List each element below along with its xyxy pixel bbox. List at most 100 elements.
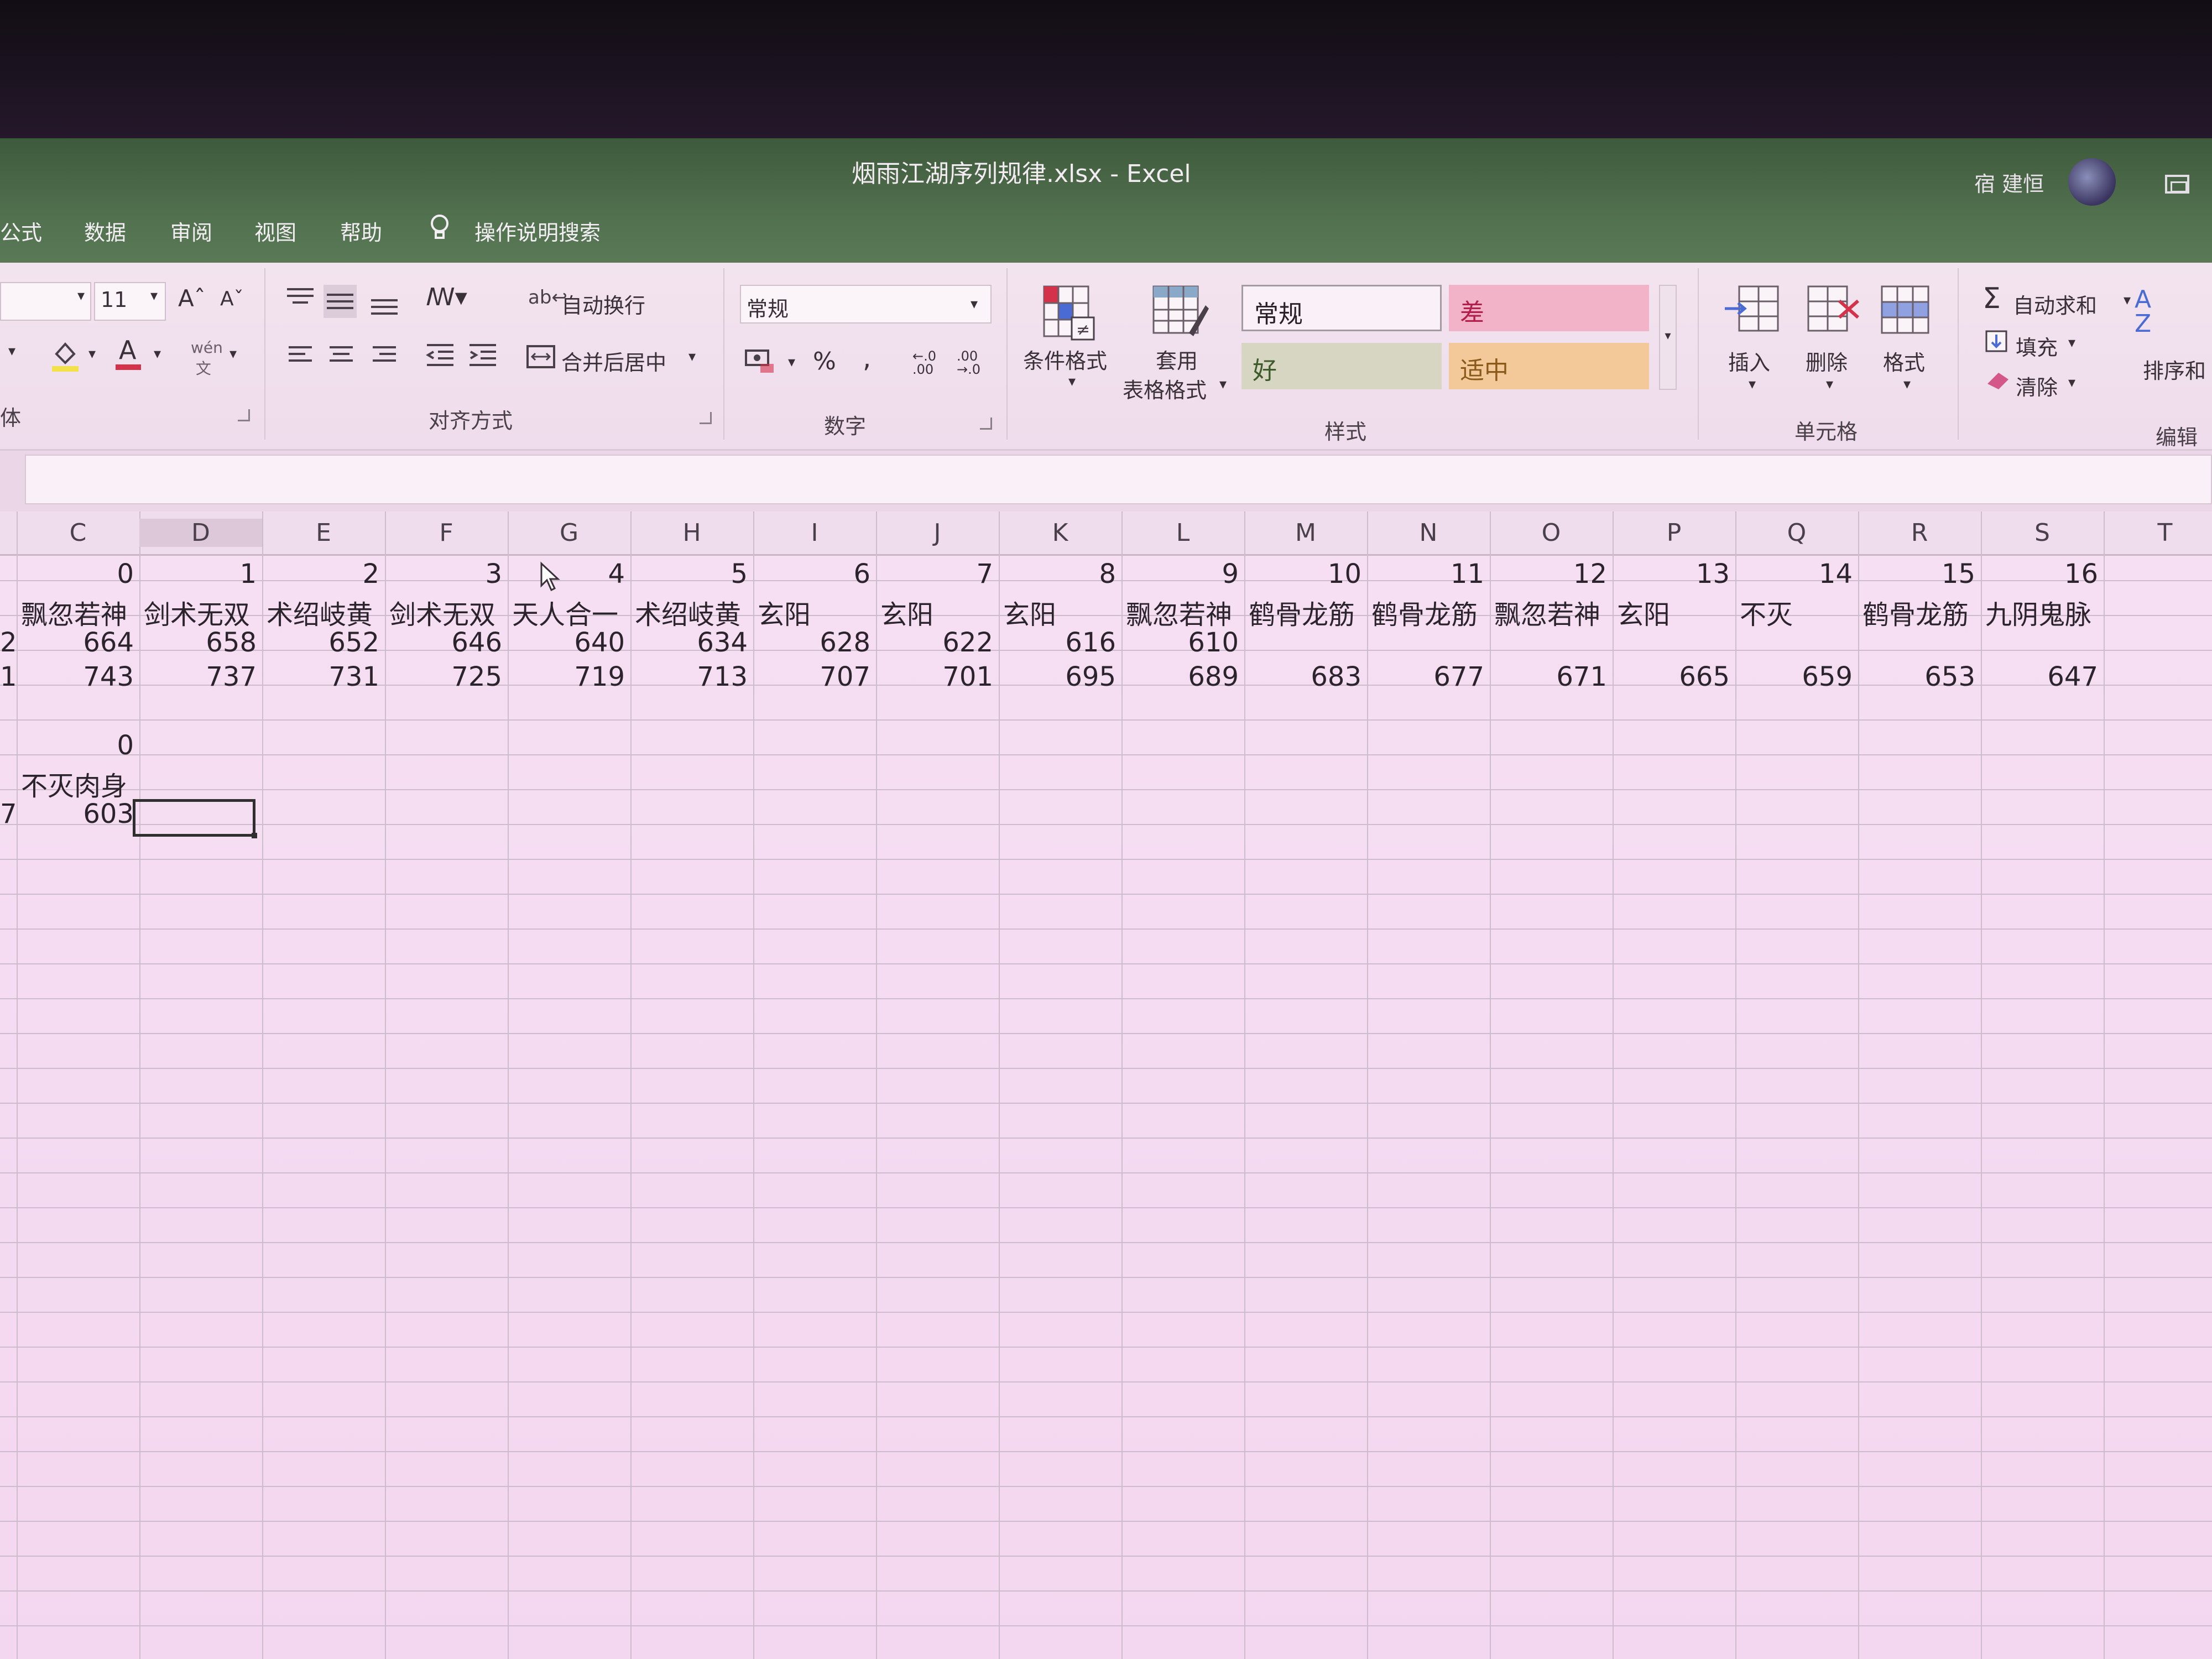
currency-icon[interactable] xyxy=(744,347,777,375)
cell-partial[interactable]: 7 xyxy=(0,799,17,830)
conditional-formatting-icon[interactable]: ≠ xyxy=(1040,282,1100,343)
percent-button[interactable]: % xyxy=(813,347,836,375)
fill-button[interactable]: 填充 xyxy=(2016,331,2058,361)
increase-decimal-icon[interactable]: ←.0.00 xyxy=(912,349,936,376)
cell-value[interactable]: 659 xyxy=(1735,661,1853,692)
column-header-m[interactable]: M xyxy=(1244,519,1367,547)
cell-index[interactable]: 12 xyxy=(1490,559,1607,589)
chevron-down-icon[interactable]: ▾ xyxy=(1903,376,1911,393)
delete-button[interactable]: 删除 xyxy=(1806,346,1848,376)
orientation-icon[interactable]: ꟿ▾ xyxy=(426,283,467,311)
cell-name[interactable]: 飘忽若神 xyxy=(1126,593,1232,632)
chevron-down-icon[interactable]: ▾ xyxy=(150,288,158,304)
delete-cells-icon[interactable] xyxy=(1803,282,1864,337)
chevron-down-icon[interactable]: ▾ xyxy=(971,296,978,312)
cell-style-good[interactable]: 好 xyxy=(1241,343,1442,389)
autosum-button[interactable]: 自动求和 xyxy=(2013,289,2097,319)
chevron-down-icon[interactable]: ▾ xyxy=(8,343,15,359)
phonetic-icon[interactable]: wén 文 xyxy=(191,338,223,379)
cell-value[interactable]: 707 xyxy=(753,661,870,692)
cell-value[interactable]: 689 xyxy=(1121,661,1239,692)
merge-center-button[interactable]: 合并后居中 xyxy=(561,346,666,376)
cell-value[interactable]: 677 xyxy=(1367,661,1484,692)
cell-name[interactable]: 不灭肉身 xyxy=(21,764,127,803)
column-header-c[interactable]: C xyxy=(17,519,139,547)
chevron-down-icon[interactable]: ▾ xyxy=(688,348,696,365)
cell-value[interactable]: 634 xyxy=(630,627,748,658)
tab-review[interactable]: 审阅 xyxy=(170,216,212,246)
shrink-font-icon[interactable]: Aˇ xyxy=(220,288,244,310)
cell-value[interactable]: 695 xyxy=(999,661,1116,692)
lightbulb-icon[interactable] xyxy=(429,213,451,241)
cell-value[interactable]: 719 xyxy=(508,661,625,692)
cell-index[interactable]: 2 xyxy=(262,559,379,589)
column-header-d[interactable]: D xyxy=(139,519,262,547)
align-left-icon[interactable] xyxy=(286,343,314,367)
cell-name[interactable]: 玄阳 xyxy=(880,593,933,632)
cell-partial[interactable]: 2 xyxy=(0,627,17,658)
cell-name[interactable]: 术绍岐黄 xyxy=(267,593,373,632)
autosum-icon[interactable]: Σ xyxy=(1983,282,2001,315)
cell-value[interactable]: 725 xyxy=(385,661,502,692)
chevron-down-icon[interactable]: ▾ xyxy=(2068,335,2075,351)
cell-value[interactable]: 671 xyxy=(1490,661,1607,692)
cell-style-normal[interactable]: 常规 xyxy=(1241,285,1442,331)
styles-scroll[interactable]: ▾ xyxy=(1659,285,1677,390)
sort-filter-button[interactable]: 排序和 xyxy=(2143,354,2206,384)
cell-name[interactable]: 九阴鬼脉 xyxy=(1985,593,2091,632)
insert-cells-icon[interactable] xyxy=(1723,282,1783,337)
cell-name[interactable]: 玄阳 xyxy=(758,593,811,632)
column-header-q[interactable]: Q xyxy=(1735,519,1858,547)
tab-formulas[interactable]: 公式 xyxy=(0,216,42,246)
decrease-decimal-icon[interactable]: .00 →.0 xyxy=(957,349,980,376)
cell-name[interactable]: 术绍岐黄 xyxy=(635,593,741,632)
cell-value[interactable]: 683 xyxy=(1244,661,1361,692)
chevron-down-icon[interactable]: ▾ xyxy=(77,288,85,304)
cell-name[interactable]: 剑术无双 xyxy=(389,593,495,632)
format-as-table-line1[interactable]: 套用 xyxy=(1156,344,1198,374)
chevron-down-icon[interactable]: ▾ xyxy=(1826,376,1833,393)
grow-font-icon[interactable]: Aˆ xyxy=(178,285,206,312)
cell-index[interactable]: 14 xyxy=(1735,559,1853,589)
cell-name[interactable]: 鹤骨龙筋 xyxy=(1371,593,1478,632)
cell-index[interactable]: 11 xyxy=(1367,559,1484,589)
chevron-down-icon[interactable]: ▾ xyxy=(2124,292,2131,309)
column-header-r[interactable]: R xyxy=(1858,519,1981,547)
fill-color-icon[interactable] xyxy=(49,337,82,373)
cell-value[interactable]: 731 xyxy=(262,661,379,692)
cell-name[interactable]: 玄阳 xyxy=(1003,593,1056,632)
active-cell[interactable] xyxy=(133,799,257,838)
tab-help[interactable]: 帮助 xyxy=(340,216,382,246)
chevron-down-icon[interactable]: ▾ xyxy=(229,346,237,362)
tab-view[interactable]: 视图 xyxy=(254,216,296,246)
conditional-formatting-button[interactable]: 条件格式 xyxy=(1023,344,1107,374)
cell-index[interactable]: 4 xyxy=(508,559,625,589)
align-bottom-icon[interactable] xyxy=(369,290,400,318)
cell-value[interactable]: 664 xyxy=(17,627,134,658)
cell-style-bad[interactable]: 差 xyxy=(1449,285,1649,331)
column-header-i[interactable]: I xyxy=(753,519,876,547)
column-header-j[interactable]: J xyxy=(876,519,999,547)
eraser-icon[interactable] xyxy=(1984,369,2012,392)
format-button[interactable]: 格式 xyxy=(1883,346,1925,376)
cell-index[interactable]: 0 xyxy=(17,559,134,589)
cell-index[interactable]: 6 xyxy=(753,559,870,589)
cell-value[interactable]: 701 xyxy=(876,661,993,692)
align-right-icon[interactable] xyxy=(371,343,398,367)
chevron-down-icon[interactable]: ▾ xyxy=(788,354,795,371)
cell-name[interactable]: 不灭 xyxy=(1740,593,1793,632)
decrease-indent-icon[interactable] xyxy=(425,342,456,369)
fill-down-icon[interactable] xyxy=(1984,329,2008,353)
cell-partial[interactable]: 1 xyxy=(0,661,17,692)
cell-value[interactable]: 653 xyxy=(1858,661,1975,692)
column-header-g[interactable]: G xyxy=(508,519,630,547)
cell-value[interactable]: 616 xyxy=(999,627,1116,658)
cell-name[interactable]: 鹤骨龙筋 xyxy=(1863,593,1969,632)
cell-name[interactable]: 飘忽若神 xyxy=(21,593,127,632)
wrap-text-button[interactable]: 自动换行 xyxy=(561,289,645,319)
cell-index[interactable]: 1 xyxy=(139,559,257,589)
dialog-launcher-icon[interactable] xyxy=(700,412,712,424)
cell-value[interactable]: 603 xyxy=(17,799,134,830)
column-header-t[interactable]: T xyxy=(2104,519,2212,547)
column-header-l[interactable]: L xyxy=(1121,519,1244,547)
